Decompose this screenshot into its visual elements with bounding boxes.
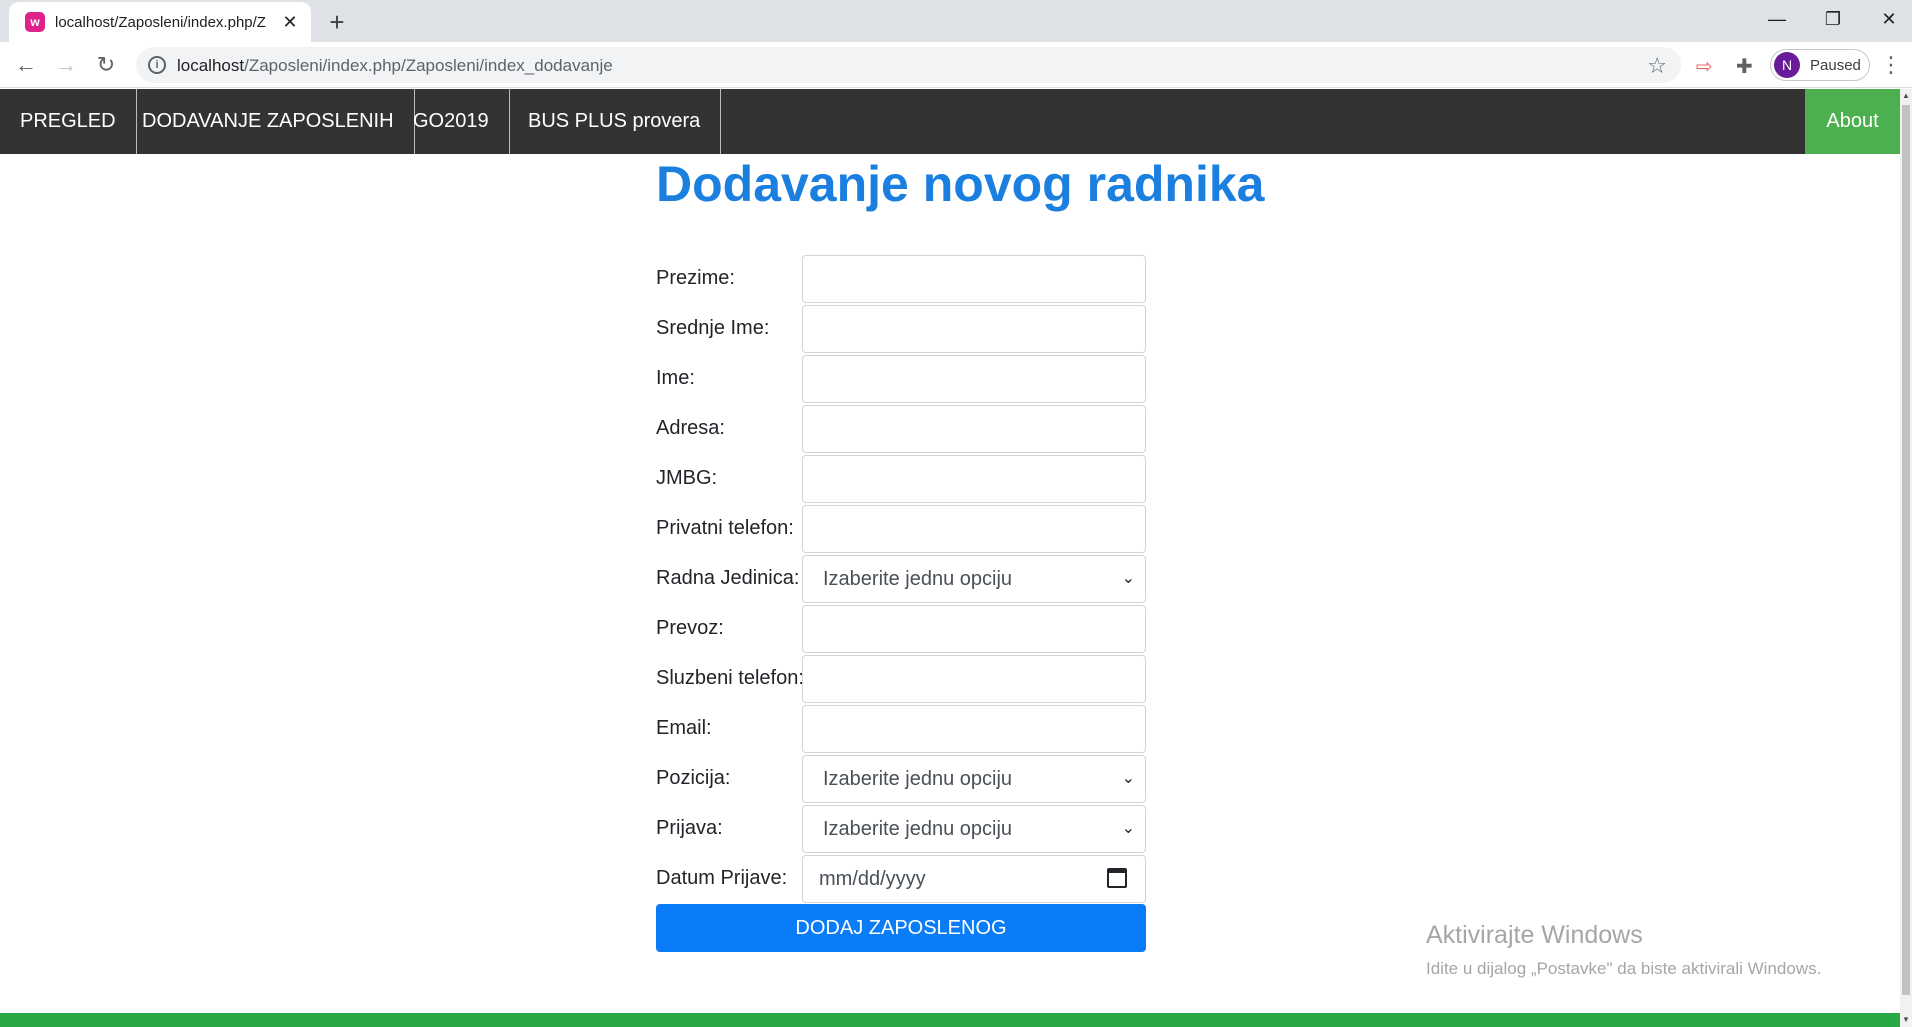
form-row-ime: Ime: xyxy=(656,355,1146,405)
close-window-icon[interactable]: ✕ xyxy=(1861,0,1912,38)
scroll-up-icon[interactable]: ▲ xyxy=(1900,89,1912,103)
browser-tab[interactable]: w localhost/Zaposleni/index.php/Z ✕ xyxy=(9,2,311,42)
form-row-datum-prijave: Datum Prijave: mm/dd/yyyy xyxy=(656,855,1146,905)
back-icon[interactable]: ← xyxy=(10,49,42,81)
field-label: Radna Jedinica: xyxy=(656,567,800,589)
page-title: Dodavanje novog radnika xyxy=(656,156,1265,212)
prezime-input[interactable] xyxy=(802,255,1146,303)
field-label: Datum Prijave: xyxy=(656,867,788,889)
form-row-prezime: Prezime: xyxy=(656,255,1146,305)
site-navbar: PREGLED DODAVANJE ZAPOSLENIH GO2019 BUS … xyxy=(0,89,1900,154)
browser-toolbar: ← → ↻ i localhost/Zaposleni/index.php/Za… xyxy=(0,42,1912,88)
srednje-ime-input[interactable] xyxy=(802,305,1146,353)
close-tab-icon[interactable]: ✕ xyxy=(279,11,301,33)
nav-item-about[interactable]: About xyxy=(1805,89,1900,154)
select-value: Izaberite jednu opciju xyxy=(823,817,1013,840)
site-favicon-icon: w xyxy=(25,12,45,32)
field-label: Email: xyxy=(656,717,712,739)
extensions-puzzle-icon[interactable]: ✚ xyxy=(1736,54,1753,79)
form-row-adresa: Adresa: xyxy=(656,405,1146,455)
prijava-select[interactable]: Izaberite jednu opciju ⌄ xyxy=(802,805,1146,853)
jmbg-input[interactable] xyxy=(802,455,1146,503)
radna-jedinica-select[interactable]: Izaberite jednu opciju ⌄ xyxy=(802,555,1146,603)
dodaj-zaposlenog-button[interactable]: DODAJ ZAPOSLENOG xyxy=(656,904,1146,952)
nav-item-bus-plus-provera[interactable]: BUS PLUS provera xyxy=(508,89,722,154)
nav-item-dodavanje-zaposlenih[interactable]: DODAVANJE ZAPOSLENIH xyxy=(122,89,415,154)
sluzbeni-telefon-input[interactable] xyxy=(802,655,1146,703)
url-text: localhost/Zaposleni/index.php/Zaposleni/… xyxy=(177,56,613,75)
bookmark-star-icon[interactable]: ☆ xyxy=(1647,53,1667,79)
form-row-jmbg: JMBG: xyxy=(656,455,1146,505)
page-viewport: PREGLED DODAVANJE ZAPOSLENIH GO2019 BUS … xyxy=(0,89,1900,1027)
form-row-srednje-ime: Srednje Ime: xyxy=(656,305,1146,355)
field-label: JMBG: xyxy=(656,467,718,489)
form-row-prevoz: Prevoz: xyxy=(656,605,1146,655)
field-label: Srednje Ime: xyxy=(656,317,770,339)
footer-bar xyxy=(0,1013,1900,1027)
form-row-email: Email: xyxy=(656,705,1146,755)
form-row-radna-jedinica: Radna Jedinica: Izaberite jednu opciju ⌄ xyxy=(656,555,1146,605)
form-row-prijava: Prijava: Izaberite jednu opciju ⌄ xyxy=(656,805,1146,855)
datum-prijave-input[interactable]: mm/dd/yyyy xyxy=(802,855,1146,903)
profile-status: Paused xyxy=(1810,56,1861,74)
forward-icon[interactable]: → xyxy=(50,49,82,81)
browser-menu-icon[interactable]: ⋮ xyxy=(1880,52,1902,78)
form-row-privatni-telefon: Privatni telefon: xyxy=(656,505,1146,555)
tab-title: localhost/Zaposleni/index.php/Z xyxy=(55,13,266,31)
restore-icon[interactable]: ❐ xyxy=(1805,0,1861,38)
form-row-sluzbeni-telefon: Sluzbeni telefon: xyxy=(656,655,1146,705)
scroll-down-icon[interactable]: ▼ xyxy=(1900,1013,1912,1027)
select-value: Izaberite jednu opciju xyxy=(823,567,1013,590)
field-label: Pozicija: xyxy=(656,767,731,789)
page-scrollbar[interactable]: ▲ ▼ xyxy=(1900,89,1912,1027)
reload-icon[interactable]: ↻ xyxy=(90,49,122,81)
avatar: N xyxy=(1774,52,1800,78)
form-row-pozicija: Pozicija: Izaberite jednu opciju ⌄ xyxy=(656,755,1146,805)
select-value: Izaberite jednu opciju xyxy=(823,767,1013,790)
privatni-telefon-input[interactable] xyxy=(802,505,1146,553)
field-label: Ime: xyxy=(656,367,695,389)
field-label: Adresa: xyxy=(656,417,725,439)
address-bar[interactable]: i localhost/Zaposleni/index.php/Zaposlen… xyxy=(136,47,1681,83)
windows-activation-title: Aktivirajte Windows xyxy=(1426,921,1643,949)
email-input[interactable] xyxy=(802,705,1146,753)
scroll-thumb[interactable] xyxy=(1902,105,1910,995)
field-label: Prevoz: xyxy=(656,617,724,639)
profile-button[interactable]: N Paused xyxy=(1770,49,1870,81)
adresa-input[interactable] xyxy=(802,405,1146,453)
nav-item-go2019[interactable]: GO2019 xyxy=(393,89,510,154)
chevron-down-icon: ⌄ xyxy=(1121,570,1135,587)
ime-input[interactable] xyxy=(802,355,1146,403)
new-tab-icon[interactable]: + xyxy=(322,7,352,37)
field-label: Privatni telefon: xyxy=(656,517,794,539)
chevron-down-icon: ⌄ xyxy=(1121,770,1135,787)
field-label: Prezime: xyxy=(656,267,735,289)
minimize-icon[interactable]: — xyxy=(1749,0,1805,38)
calendar-icon[interactable] xyxy=(1107,868,1127,888)
nav-item-pregled[interactable]: PREGLED xyxy=(0,89,137,154)
chevron-down-icon: ⌄ xyxy=(1121,820,1135,837)
field-label: Prijava: xyxy=(656,817,723,839)
windows-activation-subtitle: Idite u dijalog „Postavke" da biste akti… xyxy=(1426,959,1822,978)
extension-icon[interactable]: ⇨ xyxy=(1696,54,1713,79)
prevoz-input[interactable] xyxy=(802,605,1146,653)
pozicija-select[interactable]: Izaberite jednu opciju ⌄ xyxy=(802,755,1146,803)
site-info-icon[interactable]: i xyxy=(148,56,166,74)
field-label: Sluzbeni telefon: xyxy=(656,667,804,689)
date-placeholder: mm/dd/yyyy xyxy=(819,867,926,890)
browser-tabstrip: w localhost/Zaposleni/index.php/Z ✕ + — … xyxy=(0,0,1912,42)
